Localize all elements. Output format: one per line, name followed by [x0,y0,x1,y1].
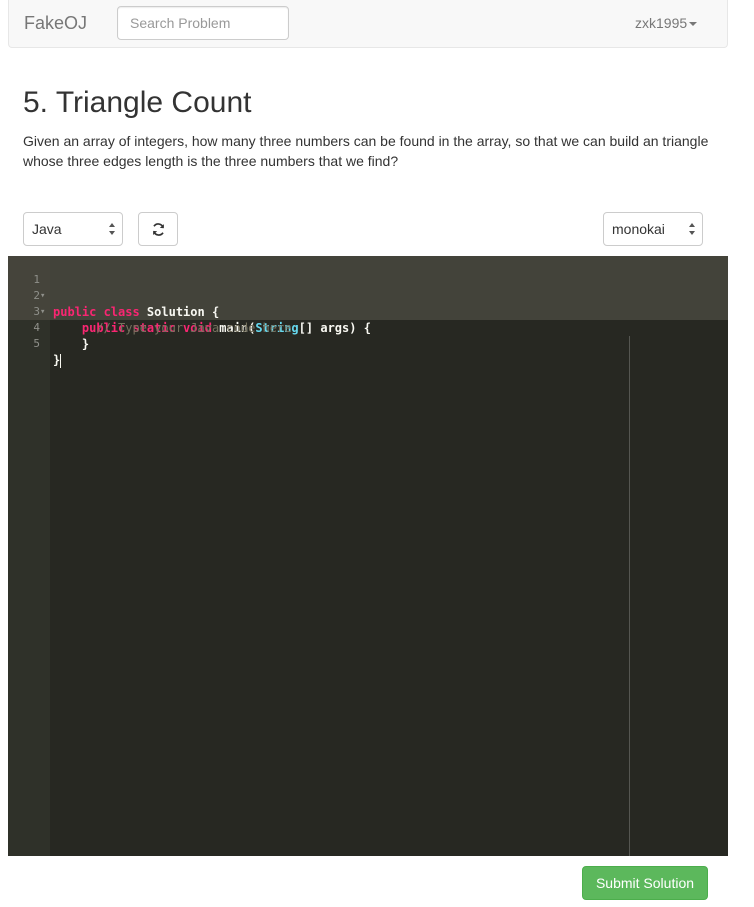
language-value: Java [32,221,62,237]
brand-logo[interactable]: FakeOJ [24,13,87,34]
select-arrows-icon [109,223,115,235]
select-arrows-icon [689,223,695,235]
problem-title: 5. Triangle Count [23,86,252,119]
code-line: 3 // Type your Java code here [8,288,728,335]
theme-value: monokai [612,221,665,237]
navbar: FakeOJ zxk1995 [8,0,728,48]
code-token: } [53,353,61,367]
code-line: 2 ▾ public static void main(String[] arg… [8,272,728,335]
theme-select[interactable]: monokai [603,212,703,246]
code-line: 5 } [8,320,728,368]
problem-description: Given an array of integers, how many thr… [23,133,709,169]
code-token: } [53,337,90,351]
reset-code-button[interactable] [138,212,178,246]
search-input[interactable] [117,6,289,40]
code-line: 1 ▾ public class Solution { [8,256,728,319]
submit-solution-button[interactable]: Submit Solution [582,866,708,900]
editor-print-margin [629,336,630,856]
refresh-icon [152,222,164,236]
user-menu[interactable]: zxk1995 [635,15,698,31]
caret-down-icon [689,22,698,27]
language-select[interactable]: Java [23,212,123,246]
user-name: zxk1995 [635,15,688,31]
line-number: 5 [33,337,40,350]
code-line: 4 } [8,304,728,351]
text-cursor [60,353,62,368]
code-editor[interactable]: 1 ▾ public class Solution { 2 ▾ public s… [8,256,728,856]
